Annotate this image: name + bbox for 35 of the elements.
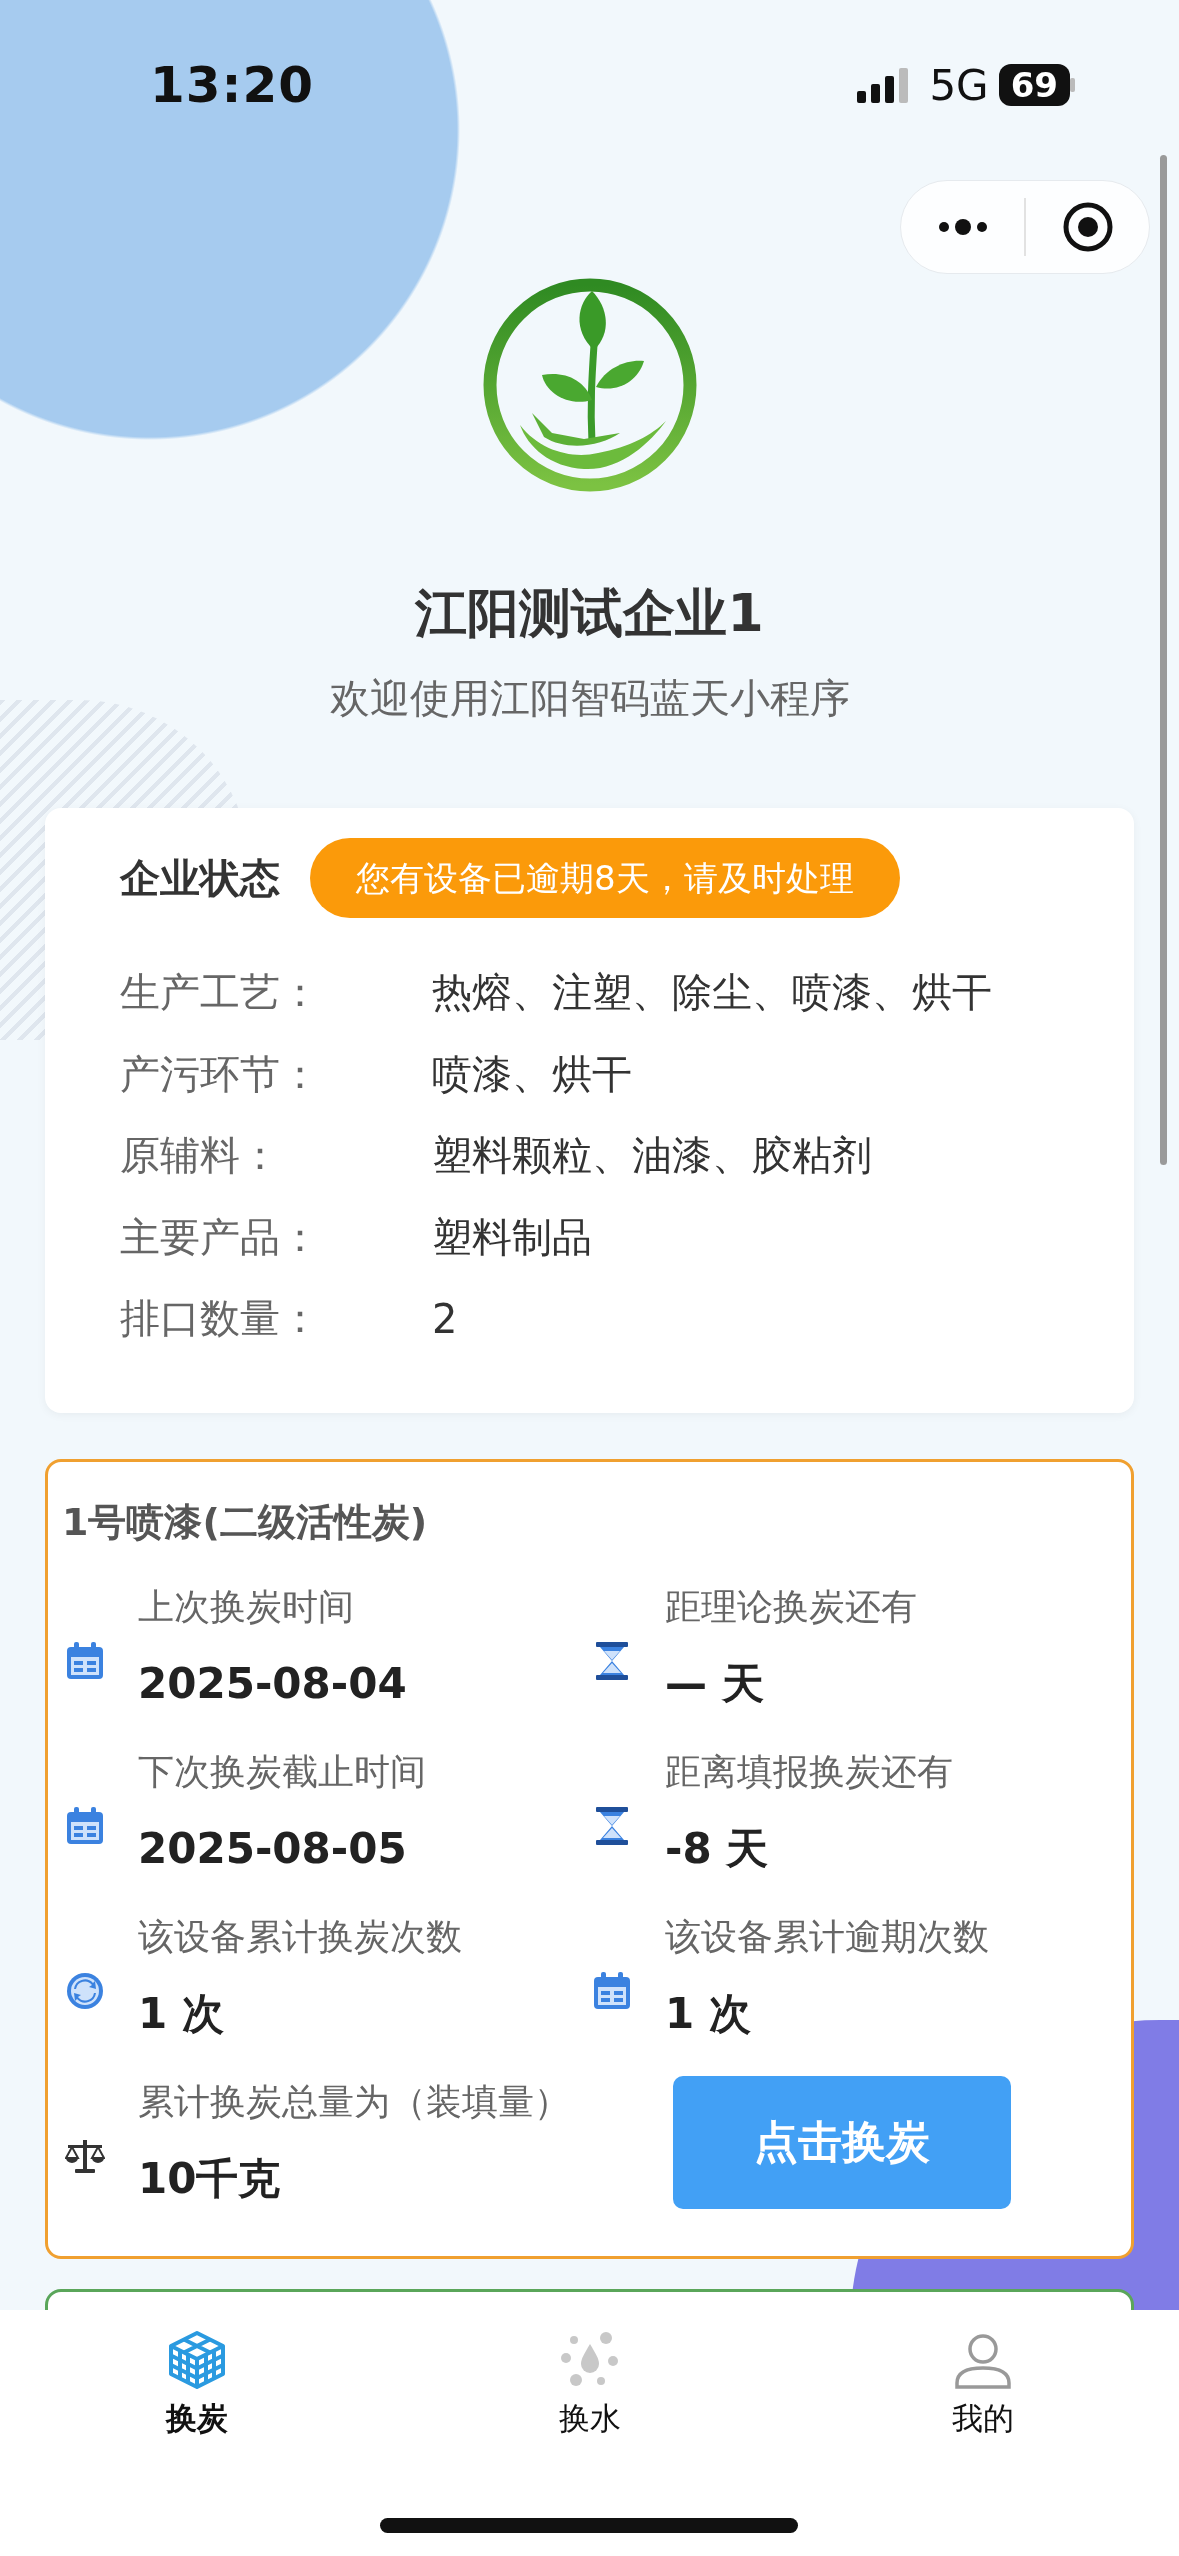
stat-value: 2025-08-04 — [138, 1657, 407, 1710]
tab[interactable]: 我的 — [951, 2330, 1014, 2438]
field-value: 热熔、注塑、除尘、喷漆、烘干 — [432, 968, 992, 1018]
device-title: 1号喷漆(二级活性炭) — [62, 1498, 429, 1546]
stat-value: -8 天 — [665, 1822, 770, 1875]
field-value: 塑料制品 — [432, 1212, 592, 1262]
stat-label: 上次换炭时间 — [138, 1584, 355, 1629]
clock: 13:20 — [150, 56, 316, 114]
stat-label: 距理论换炭还有 — [665, 1584, 917, 1629]
field-label: 产污环节： — [120, 1049, 321, 1099]
battery-level: 69 — [998, 64, 1070, 106]
stat-label: 该设备累计换炭次数 — [138, 1914, 462, 1959]
stat-value: 2025-08-05 — [138, 1822, 408, 1875]
tab[interactable]: 换炭 — [165, 2330, 228, 2438]
welcome-text: 欢迎使用江阳智码蓝天小程序 — [329, 674, 850, 723]
alert-badge: 您有设备已逾期8天，请及时处理 — [310, 838, 900, 918]
field-value: 喷漆、烘干 — [432, 1049, 632, 1099]
stat-value: 10千克 — [138, 2152, 282, 2205]
stat-label: 该设备累计逾期次数 — [665, 1914, 989, 1959]
stat-label: 累计换炭总量为（装填量） — [138, 2079, 570, 2124]
stat-label: 距离填报换炭还有 — [665, 1749, 953, 1794]
stat-value: 1 次 — [665, 1987, 752, 2040]
stat-value: 1 次 — [138, 1987, 225, 2040]
field-value: 2 — [432, 1295, 458, 1342]
section-title: 企业状态 — [120, 853, 280, 903]
field-label: 原辅料： — [120, 1131, 281, 1181]
company-name: 江阳测试企业1 — [415, 583, 764, 643]
stat-label: 下次换炭截止时间 — [138, 1749, 426, 1794]
stat-value: — 天 — [665, 1657, 765, 1710]
field-value: 塑料颗粒、油漆、胶粘剂 — [432, 1131, 872, 1181]
tab[interactable]: 换水 — [558, 2330, 621, 2438]
field-label: 生产工艺： — [120, 968, 321, 1018]
field-label: 排口数量： — [120, 1294, 321, 1344]
network-type: 5G — [929, 60, 989, 110]
field-label: 主要产品： — [120, 1212, 321, 1262]
